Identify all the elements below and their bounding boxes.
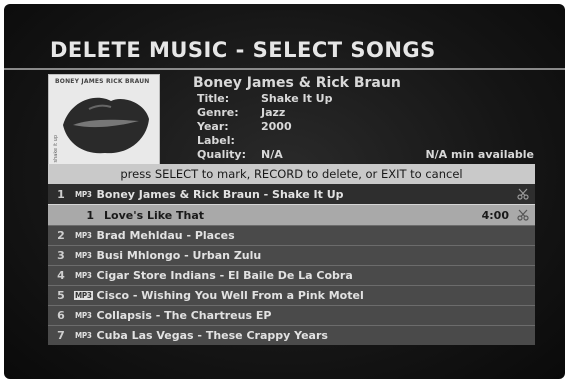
track-duration: 4:00 bbox=[481, 208, 509, 222]
info-value: Jazz bbox=[261, 106, 286, 119]
title-divider bbox=[4, 68, 565, 70]
info-label: Year: bbox=[197, 120, 229, 133]
list-item[interactable]: 7 MP3 Cuba Las Vegas - These Crappy Year… bbox=[48, 325, 535, 345]
album-name: Boney James & Rick Braun - Shake It Up bbox=[96, 187, 344, 201]
row-number: 2 bbox=[57, 229, 65, 242]
info-label: Quality: bbox=[197, 148, 246, 161]
info-value: N/A bbox=[261, 148, 283, 161]
info-title-row: Title: Shake It Up bbox=[197, 92, 332, 106]
lips-icon bbox=[63, 97, 149, 154]
item-name: Cigar Store Indians - El Baile De La Cob… bbox=[96, 269, 353, 282]
list-item[interactable]: 2 MP3 Brad Mehldau - Places bbox=[48, 225, 535, 245]
mp3-badge: MP3 bbox=[75, 271, 92, 280]
row-number: 5 bbox=[57, 289, 65, 302]
row-number: 4 bbox=[57, 269, 65, 282]
list-item[interactable]: 4 MP3 Cigar Store Indians - El Baile De … bbox=[48, 265, 535, 285]
album-info: Title: Shake It Up Genre: Jazz Year: 200… bbox=[197, 92, 332, 162]
cover-label: BONEY JAMES RICK BRAUN bbox=[55, 78, 150, 85]
list-item[interactable]: 3 MP3 Busi Mhlongo - Urban Zulu bbox=[48, 245, 535, 265]
list-item[interactable]: 6 MP3 Collapsis - The Chartreus EP bbox=[48, 305, 535, 325]
mp3-badge: MP3 bbox=[74, 291, 93, 300]
info-label-row: Label: bbox=[197, 134, 332, 148]
info-quality-row: Quality: N/A bbox=[197, 148, 332, 162]
info-value: 2000 bbox=[261, 120, 292, 133]
available-time: N/A min available bbox=[425, 148, 534, 161]
row-number: 7 bbox=[57, 329, 65, 342]
info-label: Genre: bbox=[197, 106, 239, 119]
album-artist: Boney James & Rick Braun bbox=[193, 75, 401, 91]
scissors-icon bbox=[517, 209, 529, 221]
track-number: 1 bbox=[86, 208, 94, 222]
item-name: Busi Mhlongo - Urban Zulu bbox=[96, 249, 262, 262]
row-number: 1 bbox=[57, 187, 65, 201]
list-item[interactable]: 5 MP3 Cisco - Wishing You Well From a Pi… bbox=[48, 285, 535, 305]
row-number: 3 bbox=[57, 249, 65, 262]
mp3-badge: MP3 bbox=[75, 331, 92, 340]
scissors-icon bbox=[517, 188, 529, 200]
cover-side-label: shake it up bbox=[53, 135, 59, 163]
mp3-badge: MP3 bbox=[75, 251, 92, 260]
info-value: Shake It Up bbox=[261, 92, 333, 105]
album-row[interactable]: 1 MP3 Boney James & Rick Braun - Shake I… bbox=[48, 184, 535, 204]
item-name: Collapsis - The Chartreus EP bbox=[96, 309, 272, 322]
mp3-badge: MP3 bbox=[75, 311, 92, 320]
item-name: Cuba Las Vegas - These Crappy Years bbox=[96, 329, 328, 342]
info-genre-row: Genre: Jazz bbox=[197, 106, 332, 120]
row-number: 6 bbox=[57, 309, 65, 322]
info-year-row: Year: 2000 bbox=[197, 120, 332, 134]
mp3-badge: MP3 bbox=[75, 231, 92, 240]
track-row-selected[interactable]: 1 Love's Like That 4:00 bbox=[48, 204, 535, 225]
page-title: DELETE MUSIC - SELECT SONGS bbox=[50, 38, 436, 62]
instruction-bar: press SELECT to mark, RECORD to delete, … bbox=[48, 164, 535, 184]
item-name: Cisco - Wishing You Well From a Pink Mot… bbox=[96, 289, 364, 302]
song-list: 1 MP3 Boney James & Rick Braun - Shake I… bbox=[48, 184, 535, 345]
tv-screen: DELETE MUSIC - SELECT SONGS BONEY JAMES … bbox=[4, 4, 565, 379]
info-label: Title: bbox=[197, 92, 230, 105]
mp3-badge: MP3 bbox=[75, 189, 92, 199]
info-label: Label: bbox=[197, 134, 235, 147]
track-name: Love's Like That bbox=[104, 208, 205, 222]
album-cover: BONEY JAMES RICK BRAUN shake it up bbox=[48, 74, 160, 176]
item-name: Brad Mehldau - Places bbox=[96, 229, 235, 242]
